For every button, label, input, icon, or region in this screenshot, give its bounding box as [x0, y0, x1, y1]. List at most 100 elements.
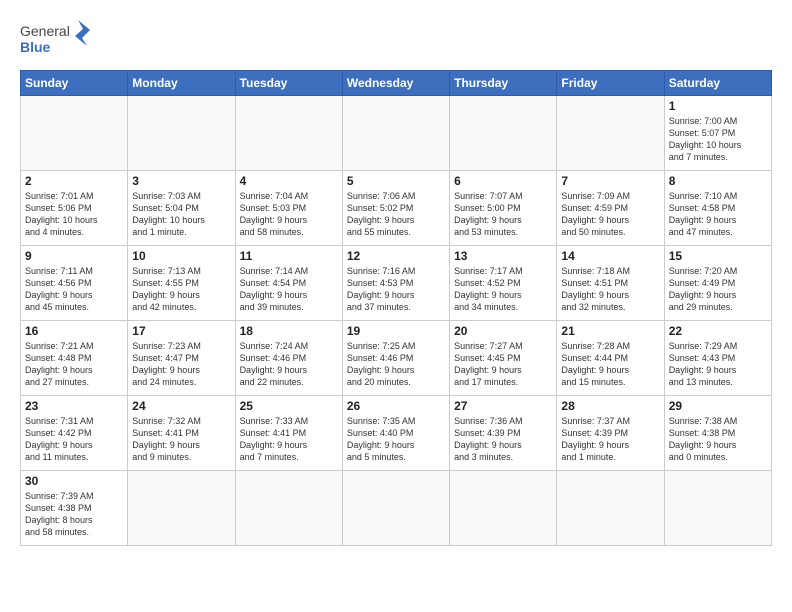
calendar-cell [450, 471, 557, 546]
calendar-cell: 5 Sunrise: 7:06 AM Sunset: 5:02 PM Daylig… [342, 171, 449, 246]
calendar-cell [21, 96, 128, 171]
day-number: 15 [669, 249, 767, 263]
day-number: 13 [454, 249, 552, 263]
day-info: Sunrise: 7:36 AM Sunset: 4:39 PM Dayligh… [454, 415, 552, 464]
day-info: Sunrise: 7:39 AM Sunset: 4:38 PM Dayligh… [25, 490, 123, 539]
day-info: Sunrise: 7:18 AM Sunset: 4:51 PM Dayligh… [561, 265, 659, 314]
calendar-cell [128, 96, 235, 171]
calendar-cell: 16 Sunrise: 7:21 AM Sunset: 4:48 PM Dayli… [21, 321, 128, 396]
day-number: 23 [25, 399, 123, 413]
day-info: Sunrise: 7:31 AM Sunset: 4:42 PM Dayligh… [25, 415, 123, 464]
calendar-cell: 6Sunrise: 7:07 AM Sunset: 5:00 PM Daylig… [450, 171, 557, 246]
calendar-week-row: 1Sunrise: 7:00 AM Sunset: 5:07 PM Daylig… [21, 96, 772, 171]
day-number: 10 [132, 249, 230, 263]
day-info: Sunrise: 7:13 AM Sunset: 4:55 PM Dayligh… [132, 265, 230, 314]
weekday-header-monday: Monday [128, 71, 235, 96]
calendar-cell: 13Sunrise: 7:17 AM Sunset: 4:52 PM Dayli… [450, 246, 557, 321]
calendar-cell: 28Sunrise: 7:37 AM Sunset: 4:39 PM Dayli… [557, 396, 664, 471]
calendar-cell: 14 Sunrise: 7:18 AM Sunset: 4:51 PM Dayli… [557, 246, 664, 321]
day-info: Sunrise: 7:21 AM Sunset: 4:48 PM Dayligh… [25, 340, 123, 389]
svg-text:General: General [20, 23, 70, 39]
calendar-cell: 12 Sunrise: 7:16 AM Sunset: 4:53 PM Dayli… [342, 246, 449, 321]
calendar-cell: 2Sunrise: 7:01 AM Sunset: 5:06 PM Daylig… [21, 171, 128, 246]
day-info: Sunrise: 7:33 AM Sunset: 4:41 PM Dayligh… [240, 415, 338, 464]
calendar-cell: 9 Sunrise: 7:11 AM Sunset: 4:56 PM Daylig… [21, 246, 128, 321]
header: General Blue [20, 16, 772, 60]
calendar-cell: 3 Sunrise: 7:03 AM Sunset: 5:04 PM Daylig… [128, 171, 235, 246]
day-info: Sunrise: 7:14 AM Sunset: 4:54 PM Dayligh… [240, 265, 338, 314]
day-info: Sunrise: 7:35 AM Sunset: 4:40 PM Dayligh… [347, 415, 445, 464]
calendar-cell: 20 Sunrise: 7:27 AM Sunset: 4:45 PM Dayli… [450, 321, 557, 396]
day-info: Sunrise: 7:27 AM Sunset: 4:45 PM Dayligh… [454, 340, 552, 389]
day-info: Sunrise: 7:38 AM Sunset: 4:38 PM Dayligh… [669, 415, 767, 464]
calendar-cell: 25 Sunrise: 7:33 AM Sunset: 4:41 PM Dayli… [235, 396, 342, 471]
day-info: Sunrise: 7:00 AM Sunset: 5:07 PM Dayligh… [669, 115, 767, 164]
calendar-cell: 22Sunrise: 7:29 AM Sunset: 4:43 PM Dayli… [664, 321, 771, 396]
day-info: Sunrise: 7:10 AM Sunset: 4:58 PM Dayligh… [669, 190, 767, 239]
day-number: 11 [240, 249, 338, 263]
calendar-cell [557, 96, 664, 171]
calendar-cell: 18 Sunrise: 7:24 AM Sunset: 4:46 PM Dayli… [235, 321, 342, 396]
day-number: 26 [347, 399, 445, 413]
calendar-cell: 15Sunrise: 7:20 AM Sunset: 4:49 PM Dayli… [664, 246, 771, 321]
day-number: 24 [132, 399, 230, 413]
generalblue-logo-icon: General Blue [20, 16, 90, 60]
calendar-week-row: 9 Sunrise: 7:11 AM Sunset: 4:56 PM Daylig… [21, 246, 772, 321]
day-number: 5 [347, 174, 445, 188]
day-number: 20 [454, 324, 552, 338]
logo: General Blue [20, 16, 90, 60]
svg-text:Blue: Blue [20, 39, 51, 55]
day-number: 14 [561, 249, 659, 263]
day-number: 16 [25, 324, 123, 338]
day-info: Sunrise: 7:29 AM Sunset: 4:43 PM Dayligh… [669, 340, 767, 389]
calendar-week-row: 2Sunrise: 7:01 AM Sunset: 5:06 PM Daylig… [21, 171, 772, 246]
day-info: Sunrise: 7:16 AM Sunset: 4:53 PM Dayligh… [347, 265, 445, 314]
day-number: 27 [454, 399, 552, 413]
day-info: Sunrise: 7:24 AM Sunset: 4:46 PM Dayligh… [240, 340, 338, 389]
day-number: 19 [347, 324, 445, 338]
weekday-header-thursday: Thursday [450, 71, 557, 96]
day-number: 18 [240, 324, 338, 338]
calendar-cell [557, 471, 664, 546]
day-info: Sunrise: 7:07 AM Sunset: 5:00 PM Dayligh… [454, 190, 552, 239]
day-info: Sunrise: 7:25 AM Sunset: 4:46 PM Dayligh… [347, 340, 445, 389]
calendar-cell: 21 Sunrise: 7:28 AM Sunset: 4:44 PM Dayli… [557, 321, 664, 396]
calendar-week-row: 23 Sunrise: 7:31 AM Sunset: 4:42 PM Dayli… [21, 396, 772, 471]
day-info: Sunrise: 7:09 AM Sunset: 4:59 PM Dayligh… [561, 190, 659, 239]
calendar-cell: 23 Sunrise: 7:31 AM Sunset: 4:42 PM Dayli… [21, 396, 128, 471]
day-number: 9 [25, 249, 123, 263]
calendar-cell: 11 Sunrise: 7:14 AM Sunset: 4:54 PM Dayli… [235, 246, 342, 321]
calendar-cell: 8 Sunrise: 7:10 AM Sunset: 4:58 PM Daylig… [664, 171, 771, 246]
day-number: 3 [132, 174, 230, 188]
day-info: Sunrise: 7:23 AM Sunset: 4:47 PM Dayligh… [132, 340, 230, 389]
calendar-cell [664, 471, 771, 546]
calendar-table: SundayMondayTuesdayWednesdayThursdayFrid… [20, 70, 772, 546]
day-number: 7 [561, 174, 659, 188]
day-number: 12 [347, 249, 445, 263]
day-info: Sunrise: 7:11 AM Sunset: 4:56 PM Dayligh… [25, 265, 123, 314]
calendar-cell: 29Sunrise: 7:38 AM Sunset: 4:38 PM Dayli… [664, 396, 771, 471]
day-info: Sunrise: 7:37 AM Sunset: 4:39 PM Dayligh… [561, 415, 659, 464]
calendar-cell: 30Sunrise: 7:39 AM Sunset: 4:38 PM Dayli… [21, 471, 128, 546]
calendar-cell: 10 Sunrise: 7:13 AM Sunset: 4:55 PM Dayli… [128, 246, 235, 321]
day-info: Sunrise: 7:03 AM Sunset: 5:04 PM Dayligh… [132, 190, 230, 239]
calendar-cell: 19 Sunrise: 7:25 AM Sunset: 4:46 PM Dayli… [342, 321, 449, 396]
day-info: Sunrise: 7:06 AM Sunset: 5:02 PM Dayligh… [347, 190, 445, 239]
weekday-header-saturday: Saturday [664, 71, 771, 96]
weekday-header-row: SundayMondayTuesdayWednesdayThursdayFrid… [21, 71, 772, 96]
weekday-header-sunday: Sunday [21, 71, 128, 96]
day-number: 8 [669, 174, 767, 188]
calendar-cell [342, 96, 449, 171]
day-info: Sunrise: 7:28 AM Sunset: 4:44 PM Dayligh… [561, 340, 659, 389]
day-number: 2 [25, 174, 123, 188]
calendar-cell: 1Sunrise: 7:00 AM Sunset: 5:07 PM Daylig… [664, 96, 771, 171]
day-number: 21 [561, 324, 659, 338]
day-number: 25 [240, 399, 338, 413]
calendar-week-row: 30Sunrise: 7:39 AM Sunset: 4:38 PM Dayli… [21, 471, 772, 546]
calendar-cell: 7 Sunrise: 7:09 AM Sunset: 4:59 PM Daylig… [557, 171, 664, 246]
calendar-week-row: 16 Sunrise: 7:21 AM Sunset: 4:48 PM Dayli… [21, 321, 772, 396]
calendar-cell: 26 Sunrise: 7:35 AM Sunset: 4:40 PM Dayli… [342, 396, 449, 471]
calendar-cell [235, 96, 342, 171]
calendar-cell: 4Sunrise: 7:04 AM Sunset: 5:03 PM Daylig… [235, 171, 342, 246]
calendar-cell [450, 96, 557, 171]
